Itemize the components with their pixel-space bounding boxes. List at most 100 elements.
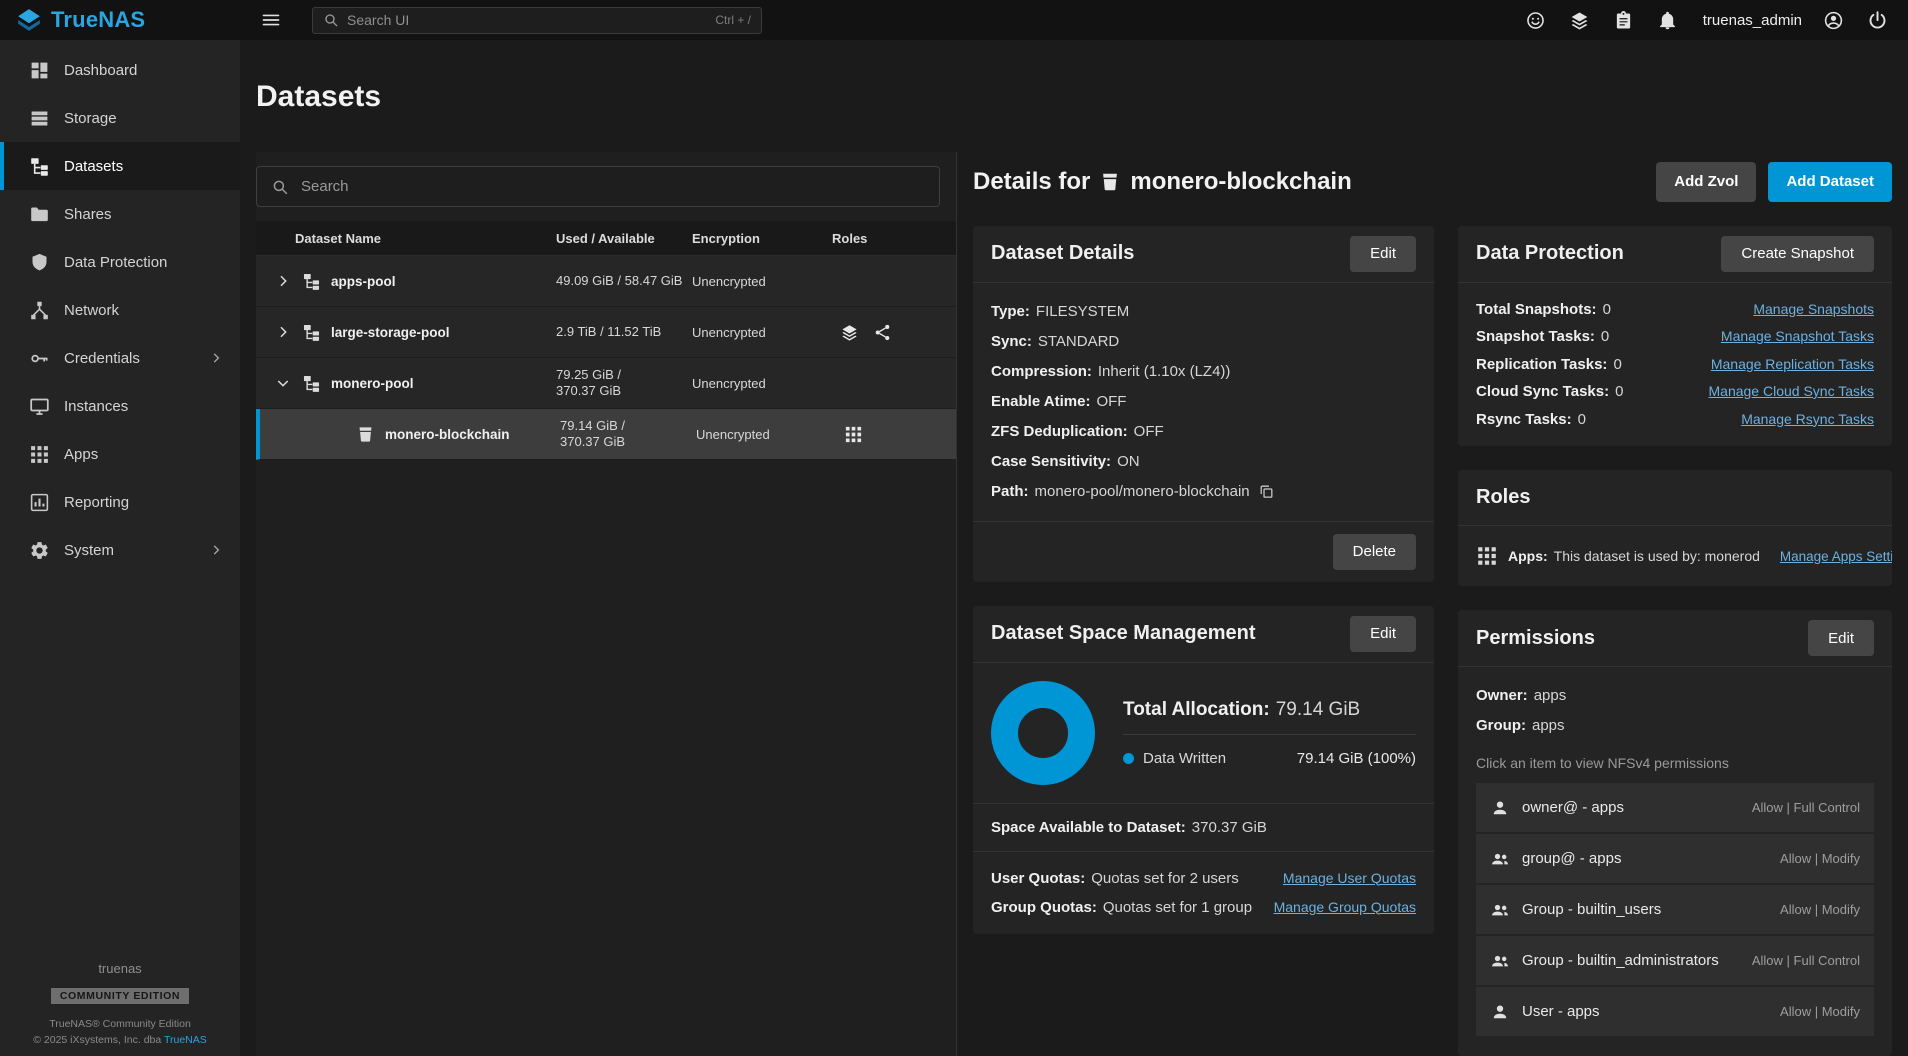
layers-icon [1569, 10, 1590, 31]
dataset-search[interactable] [256, 166, 940, 207]
global-search[interactable]: Ctrl + / [312, 7, 762, 34]
dataset-details-card: Dataset Details Edit Type:FILESYSTEM Syn… [973, 226, 1434, 582]
details-dataset-name: monero-blockchain [1130, 168, 1351, 196]
sidebar-item-label: Dashboard [64, 62, 137, 79]
manage-rsync-tasks-link[interactable]: Manage Rsync Tasks [1741, 406, 1874, 434]
edit-space-button[interactable]: Edit [1350, 616, 1416, 652]
used-available-value: 49.09 GiB / 58.47 GiB [556, 273, 692, 289]
delete-dataset-button[interactable]: Delete [1333, 534, 1416, 570]
dashboard-icon [29, 60, 50, 81]
dataset-name: monero-blockchain [385, 427, 510, 442]
bell-icon [1657, 10, 1678, 31]
collapse-chevron-down-icon[interactable] [274, 374, 292, 392]
dataset-icon [356, 425, 375, 444]
gear-icon [29, 540, 50, 561]
table-row-apps-pool[interactable]: apps-pool 49.09 GiB / 58.47 GiB Unencryp… [256, 256, 956, 307]
add-dataset-button[interactable]: Add Dataset [1768, 162, 1892, 202]
add-zvol-button[interactable]: Add Zvol [1656, 162, 1756, 202]
sidebar-item-label: Shares [64, 206, 112, 223]
global-search-input[interactable] [347, 12, 707, 28]
card-title: Dataset Space Management [991, 622, 1256, 645]
expand-chevron-right-icon[interactable] [274, 323, 292, 341]
dataset-search-input[interactable] [301, 178, 925, 195]
footer-copyright-line: © 2025 iXsystems, Inc. dba TrueNAS [0, 1032, 240, 1048]
power-icon [1867, 10, 1888, 31]
detail-field-dedup: ZFS Deduplication:OFF [991, 417, 1416, 447]
detail-field-compression: Compression:Inherit (1.10x (LZ4)) [991, 357, 1416, 387]
details-left-column: Dataset Details Edit Type:FILESYSTEM Syn… [973, 226, 1434, 934]
truecommand-button[interactable] [1563, 3, 1597, 37]
space-donut-chart [991, 681, 1095, 785]
detail-field-case-sensitivity: Case Sensitivity:ON [991, 447, 1416, 477]
manage-cloud-sync-tasks-link[interactable]: Manage Cloud Sync Tasks [1709, 378, 1875, 406]
sidebar-item-system[interactable]: System [0, 526, 240, 574]
reporting-icon [29, 492, 50, 513]
user-quotas-row: User Quotas: Quotas set for 2 users Mana… [991, 864, 1416, 893]
power-button[interactable] [1860, 3, 1894, 37]
manage-replication-tasks-link[interactable]: Manage Replication Tasks [1711, 351, 1874, 379]
search-shortcut-hint: Ctrl + / [715, 13, 751, 27]
menu-toggle-button[interactable] [254, 3, 288, 37]
detail-field-atime: Enable Atime:OFF [991, 387, 1416, 417]
apps-icon [29, 444, 50, 465]
sidebar-item-reporting[interactable]: Reporting [0, 478, 240, 526]
permission-item-owner[interactable]: owner@ - apps Allow | Full Control [1476, 783, 1874, 832]
logged-in-username: truenas_admin [1703, 12, 1802, 29]
table-row-large-storage-pool[interactable]: large-storage-pool 2.9 TiB / 11.52 TiB U… [256, 307, 956, 358]
sidebar-item-network[interactable]: Network [0, 286, 240, 334]
roles-cell [836, 425, 956, 444]
network-icon [29, 300, 50, 321]
sidebar-item-dashboard[interactable]: Dashboard [0, 46, 240, 94]
encryption-value: Unencrypted [692, 376, 832, 391]
expand-chevron-right-icon[interactable] [274, 272, 292, 290]
manage-snapshot-tasks-link[interactable]: Manage Snapshot Tasks [1721, 323, 1874, 351]
sidebar-item-label: Data Protection [64, 254, 167, 271]
sidebar-item-storage[interactable]: Storage [0, 94, 240, 142]
brand[interactable]: TrueNAS [0, 7, 240, 33]
sidebar-item-shares[interactable]: Shares [0, 190, 240, 238]
sidebar-item-credentials[interactable]: Credentials [0, 334, 240, 382]
table-row-monero-blockchain[interactable]: monero-blockchain 79.14 GiB / 370.37 GiB… [256, 409, 956, 460]
group-quotas-row: Group Quotas: Quotas set for 1 group Man… [991, 893, 1416, 922]
permissions-card: Permissions Edit Owner:apps Group:apps C… [1458, 610, 1892, 1056]
sidebar-item-label: Storage [64, 110, 117, 127]
sidebar-item-apps[interactable]: Apps [0, 430, 240, 478]
manage-group-quotas-link[interactable]: Manage Group Quotas [1274, 893, 1416, 922]
create-snapshot-button[interactable]: Create Snapshot [1721, 236, 1874, 272]
brand-name: TrueNAS [51, 7, 145, 33]
main-content: Datasets Dataset Name Used / Available E… [240, 40, 1908, 1056]
cloud-sync-tasks-row: Cloud Sync Tasks: 0 Manage Cloud Sync Ta… [1476, 378, 1874, 406]
table-row-monero-pool[interactable]: monero-pool 79.25 GiB / 370.37 GiB Unenc… [256, 358, 956, 409]
permission-item-builtin-users[interactable]: Group - builtin_users Allow | Modify [1476, 885, 1874, 934]
sidebar: Dashboard Storage Datasets Shares Data P… [0, 40, 240, 1056]
permission-item-user-apps[interactable]: User - apps Allow | Modify [1476, 987, 1874, 1036]
alerts-button[interactable] [1651, 3, 1685, 37]
legend-data-written: Data Written 79.14 GiB (100%) [1123, 750, 1416, 767]
share-icon [873, 323, 892, 342]
user-menu-button[interactable] [1816, 3, 1850, 37]
manage-apps-settings-link[interactable]: Manage Apps Settings [1780, 549, 1892, 564]
edit-permissions-button[interactable]: Edit [1808, 620, 1874, 656]
dataset-name: large-storage-pool [331, 325, 450, 340]
clipboard-icon [1613, 10, 1634, 31]
copyright-text: © 2025 iXsystems, Inc. dba [33, 1034, 164, 1046]
used-available-value: 79.25 GiB / 370.37 GiB [556, 367, 692, 399]
permission-item-builtin-administrators[interactable]: Group - builtin_administrators Allow | F… [1476, 936, 1874, 985]
people-icon [1490, 849, 1510, 869]
card-title: Data Protection [1476, 242, 1624, 265]
sidebar-item-datasets[interactable]: Datasets [0, 142, 240, 190]
feedback-button[interactable] [1519, 3, 1553, 37]
permission-item-group[interactable]: group@ - apps Allow | Modify [1476, 834, 1874, 883]
dataset-name: apps-pool [331, 274, 396, 289]
apps-icon [844, 425, 863, 444]
dataset-name: monero-pool [331, 376, 414, 391]
truenas-footer-link[interactable]: TrueNAS [164, 1034, 207, 1046]
truenas-logo-icon [16, 7, 42, 33]
sidebar-item-instances[interactable]: Instances [0, 382, 240, 430]
sidebar-item-data-protection[interactable]: Data Protection [0, 238, 240, 286]
copy-path-icon[interactable] [1258, 483, 1275, 500]
jobs-button[interactable] [1607, 3, 1641, 37]
manage-user-quotas-link[interactable]: Manage User Quotas [1283, 864, 1416, 893]
manage-snapshots-link[interactable]: Manage Snapshots [1753, 296, 1874, 324]
edit-dataset-details-button[interactable]: Edit [1350, 236, 1416, 272]
